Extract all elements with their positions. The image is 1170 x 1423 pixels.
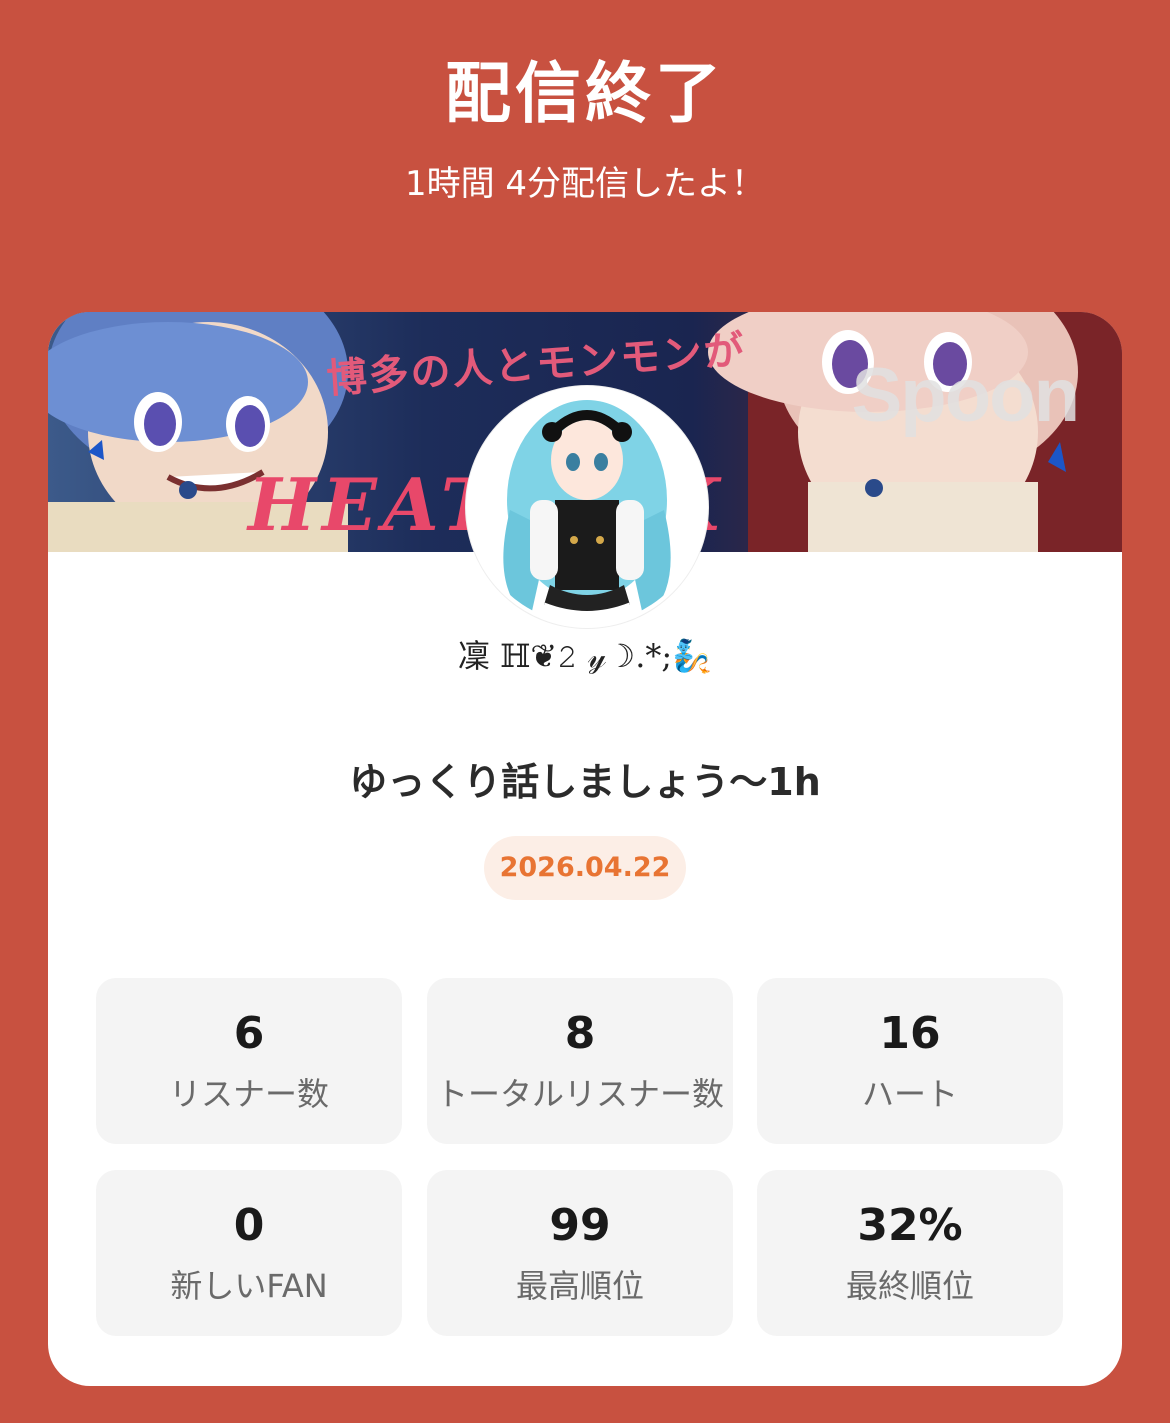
stat-new-fans: 0 新しいFAN [96, 1170, 402, 1336]
stat-value: 8 [564, 1008, 596, 1059]
stat-label: トータルリスナー数 [435, 1075, 724, 1113]
stat-total-listeners: 8 トータルリスナー数 [427, 978, 733, 1144]
stat-label: 最高順位 [515, 1267, 644, 1305]
live-title: ゆっくり話しましょう〜1h [349, 760, 821, 804]
stat-value: 6 [233, 1008, 265, 1059]
stat-value: 32% [857, 1200, 963, 1251]
page-title: 配信終了 [445, 55, 725, 132]
stat-value: 16 [879, 1008, 941, 1059]
stat-value: 0 [233, 1200, 265, 1251]
stat-label: 新しいFAN [170, 1267, 328, 1305]
stat-listeners: 6 リスナー数 [96, 978, 402, 1144]
stat-highest-rank: 99 最高順位 [427, 1170, 733, 1336]
avatar-image [470, 390, 704, 624]
summary-card: 博多の人とモンモンが HEAT ACK Spoon 凜 ℍ❦𝟸 𝓎☽.*;🧞 ゆ… [48, 312, 1122, 1386]
stat-label: リスナー数 [168, 1075, 329, 1113]
stat-hearts: 16 ハート [757, 978, 1063, 1144]
stat-label: ハート [861, 1075, 958, 1113]
stat-label: 最終順位 [845, 1267, 974, 1305]
stat-final-rank: 32% 最終順位 [757, 1170, 1063, 1336]
username: 凜 ℍ❦𝟸 𝓎☽.*;🧞 [457, 637, 712, 675]
date-badge: 2026.04.22 [484, 836, 686, 900]
duration-subtitle: 1時間 4分配信したよ！ [404, 164, 766, 204]
spoon-logo: Spoon [851, 353, 1080, 438]
stat-value: 99 [549, 1200, 611, 1251]
avatar[interactable] [466, 386, 708, 628]
